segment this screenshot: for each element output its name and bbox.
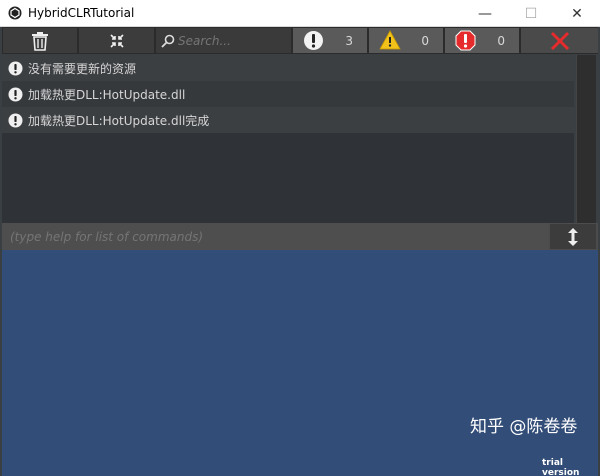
info-icon (304, 31, 323, 50)
maximize-button[interactable]: ☐ (508, 0, 554, 27)
command-bar (2, 223, 598, 250)
log-entry[interactable]: 没有需要更新的资源 (2, 55, 574, 81)
warning-icon (379, 30, 401, 50)
collapse-button[interactable] (79, 28, 154, 53)
log-scrollbar[interactable] (576, 55, 596, 251)
warning-count: 0 (421, 33, 429, 48)
log-entry[interactable]: 加载热更DLL:HotUpdate.dll完成 (2, 107, 574, 133)
search-icon (161, 34, 175, 48)
collapse-icon (109, 33, 124, 48)
trial-version-label: trial version (542, 458, 580, 476)
info-filter-toggle[interactable]: 3 (293, 28, 367, 53)
window-close-button[interactable]: ✕ (554, 0, 600, 27)
command-input[interactable] (2, 223, 548, 250)
resize-button[interactable] (550, 224, 596, 249)
console-toolbar: 3 0 0 (2, 27, 598, 54)
log-entry[interactable]: 加载热更DLL:HotUpdate.dll (2, 81, 574, 107)
info-icon (8, 113, 23, 127)
search-box[interactable] (156, 28, 291, 53)
warning-filter-toggle[interactable]: 0 (369, 28, 443, 53)
game-view (2, 250, 598, 476)
log-entry-text: 加载热更DLL:HotUpdate.dll完成 (28, 113, 210, 128)
close-console-button[interactable] (521, 28, 598, 53)
search-input[interactable] (178, 33, 283, 48)
log-entry-text: 没有需要更新的资源 (28, 61, 137, 76)
vertical-resize-icon (568, 227, 578, 246)
trash-icon (32, 31, 48, 51)
error-filter-toggle[interactable]: 0 (445, 28, 519, 53)
minimize-button[interactable]: — (462, 0, 508, 27)
console-app: 3 0 0 (0, 27, 600, 476)
log-entry-text: 加载热更DLL:HotUpdate.dll (28, 87, 186, 102)
clear-button[interactable] (3, 28, 77, 53)
info-icon (8, 61, 23, 75)
watermark-text: 知乎 @陈卷卷 (470, 417, 578, 437)
window-title: HybridCLRTutorial (28, 6, 135, 20)
info-count: 3 (345, 33, 353, 48)
log-list: 没有需要更新的资源 加载热更DLL:HotUpdate.dll 加载热更DLL:… (2, 55, 574, 251)
error-icon (455, 30, 476, 51)
close-icon (550, 31, 569, 50)
window-titlebar: HybridCLRTutorial — ☐ ✕ (0, 0, 600, 27)
error-count: 0 (497, 33, 505, 48)
info-icon (8, 87, 23, 101)
unity-app-icon (8, 6, 22, 20)
